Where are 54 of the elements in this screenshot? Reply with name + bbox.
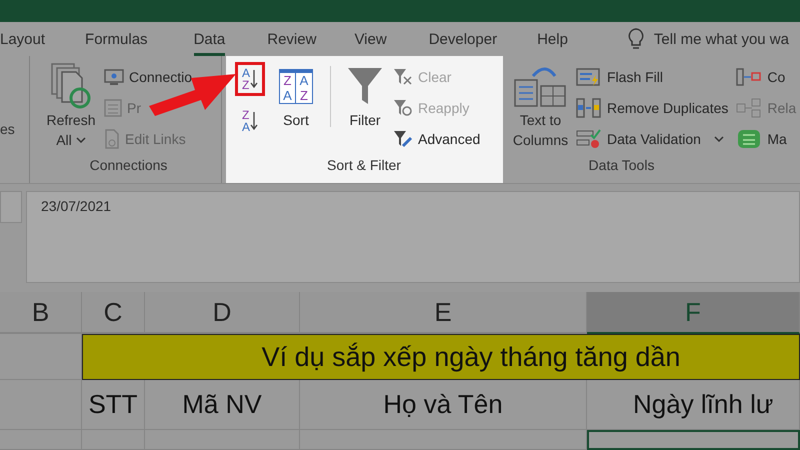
group-label: Sort & Filter [327,157,401,175]
list-icon [104,99,122,117]
table-cell: STT [82,380,145,430]
data-model-icon [736,128,762,150]
relationships-icon [736,98,762,118]
funnel-refresh-icon [393,99,413,117]
ribbon-command[interactable]: Advanced [393,128,480,150]
remove-duplicates-icon [576,98,602,118]
down-arrow-icon [250,69,258,89]
data-validation-icon [576,129,602,149]
ribbon-tab[interactable]: Layout [0,22,46,56]
table-cell: Họ và Tên [300,380,587,430]
name-box[interactable] [0,191,22,223]
ribbon-command[interactable]: Co [736,66,786,88]
ribbon-command[interactable]: Ma [736,128,787,150]
group-label: Connections [90,157,168,175]
ribbon-command[interactable]: Remove Duplicates [576,97,728,119]
ribbon-command[interactable]: Flash Fill [576,66,664,88]
column-header[interactable]: E [300,292,587,334]
ribbon-tab[interactable]: Developer [428,22,498,56]
funnel-icon [347,66,383,106]
consolidate-icon [736,67,762,87]
funnel-pencil-icon [393,130,413,148]
sort-button[interactable]: A Z [235,62,265,96]
sort-icon: Z A A Z [279,68,313,104]
ribbon-command[interactable]: Data Validation [576,128,724,150]
sort-large-button[interactable]: Z A A Z Sort [272,62,320,157]
flash-fill-icon [576,67,602,87]
table-cell: Mã NV [145,380,300,430]
ribbon-command[interactable]: Connectio [104,66,192,88]
sort-button[interactable]: Z A [235,104,265,138]
caret-icon [76,137,86,143]
title-cell: Ví dụ sắp xếp ngày tháng tăng dần [82,334,800,380]
table-cell: Ngày lĩnh lư [587,380,800,430]
ribbon-large-button[interactable]: Text to Columns [509,62,572,157]
column-header[interactable]: D [145,292,300,334]
ribbon-tab[interactable]: Formulas [85,22,148,56]
group-label: Data Tools [588,157,654,175]
ribbon-tab[interactable]: Review [267,22,316,56]
monitor-icon [104,68,124,86]
group-label: es [0,121,15,139]
formula-field[interactable]: 23/07/2021 [26,191,800,283]
ribbon-tab[interactable]: View [354,22,387,56]
column-header[interactable]: B [0,292,82,334]
funnel-clear-icon [393,68,413,86]
tell-me-search[interactable]: Tell me what you wa [654,30,789,48]
filter-button[interactable]: Filter [341,62,389,157]
ribbon-large-button[interactable]: Refresh All [42,62,100,157]
document-link-icon [104,129,120,149]
ribbon-tab[interactable]: Help [537,22,568,56]
column-header[interactable]: C [82,292,145,334]
down-arrow-icon [250,111,258,131]
lightbulb-icon [628,28,644,50]
refresh-icon [50,62,92,110]
